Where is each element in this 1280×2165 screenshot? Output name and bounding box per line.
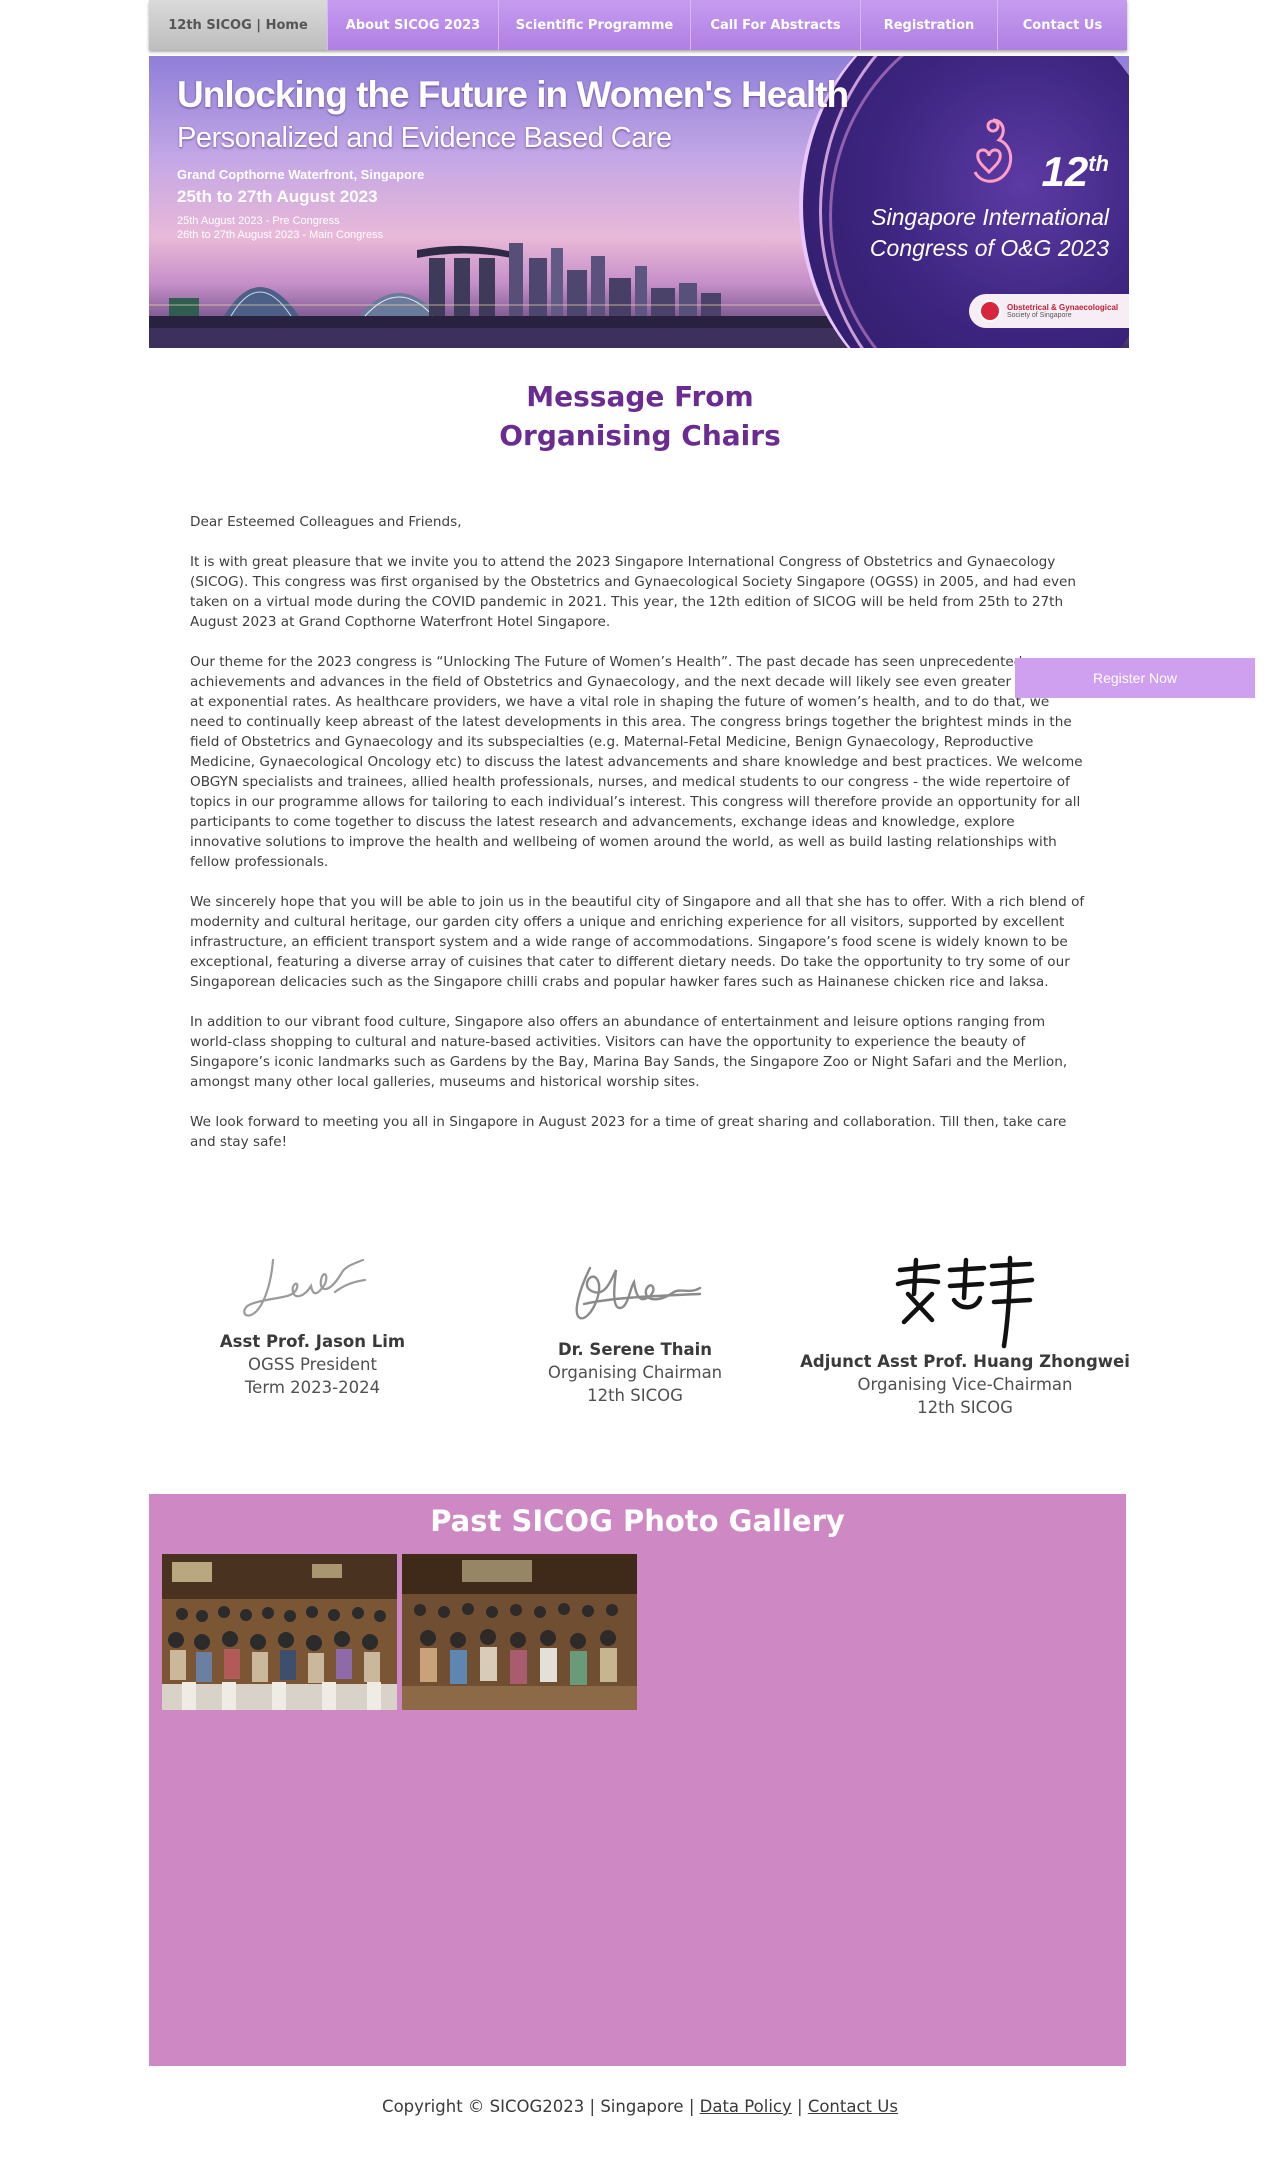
hero-banner: Unlocking the Future in Women's Health P…: [149, 56, 1129, 348]
letter-paragraph: We sincerely hope that you will be able …: [190, 894, 1085, 990]
letter-paragraph: Our theme for the 2023 congress is “Unlo…: [190, 654, 1083, 870]
signatory-detail: Term 2023-2024: [244, 1378, 381, 1397]
banner-main-congress: 26th to 27th August 2023 - Main Congress: [177, 229, 384, 241]
data-policy-link[interactable]: Data Policy: [700, 2097, 792, 2116]
sicog-logo-icon: [973, 118, 1013, 183]
gallery-photo[interactable]: [402, 1554, 637, 1710]
nav-item-about[interactable]: About SICOG 2023: [328, 0, 499, 50]
heading-line1: Message From: [526, 380, 754, 413]
footer: Copyright © SICOG2023 | Singapore | Data…: [0, 2097, 1280, 2116]
letter-paragraph: In addition to our vibrant food culture,…: [190, 1014, 1068, 1090]
signatory-president: Asst Prof. Jason Lim OGSS President Term…: [170, 1230, 455, 1399]
signatory-name: Dr. Serene Thain: [557, 1340, 713, 1359]
signatory-role: Organising Vice-Chairman: [857, 1375, 1073, 1394]
signature-image: [895, 1255, 1035, 1349]
signatory-role: Organising Chairman: [547, 1363, 723, 1382]
banner-congress-name-line1: Singapore International: [871, 204, 1109, 230]
nav-item-registration[interactable]: Registration: [861, 0, 998, 50]
letter-greeting: Dear Esteemed Colleagues and Friends,: [190, 514, 462, 530]
ogss-name-line2: Society of Singapore: [1007, 312, 1072, 319]
nav-item-call-for-abstracts[interactable]: Call For Abstracts: [691, 0, 861, 50]
singapore-skyline-illustration: [149, 243, 849, 348]
banner-edition: 12th: [1042, 148, 1109, 196]
footer-separator: |: [797, 2097, 803, 2116]
signatory-detail: 12th SICOG: [587, 1386, 683, 1405]
heading-line2: Organising Chairs: [499, 419, 781, 452]
signature-image: [575, 1266, 702, 1320]
gallery-photo[interactable]: [162, 1554, 397, 1710]
nav-item-contact-us[interactable]: Contact Us: [998, 0, 1127, 50]
letter-paragraph: It is with great pleasure that we invite…: [190, 554, 1077, 630]
signatory-chairman: Dr. Serene Thain Organising Chairman 12t…: [495, 1248, 775, 1407]
banner-headline: Unlocking the Future in Women's Health: [177, 74, 849, 115]
banner-congress-name-line2: Congress of O&G 2023: [869, 235, 1109, 261]
ogss-name-line1: Obstetrical & Gynaecological: [1007, 303, 1119, 312]
ogss-badge: Obstetrical & Gynaecological Society of …: [969, 294, 1129, 328]
banner-dates: 25th to 27th August 2023: [177, 187, 378, 206]
banner-subheadline: Personalized and Evidence Based Care: [177, 122, 672, 154]
banner-pre-congress: 25th August 2023 - Pre Congress: [177, 215, 340, 227]
top-navigation: 12th SICOG | Home About SICOG 2023 Scien…: [149, 0, 1127, 50]
signature-image: [242, 1258, 366, 1317]
footer-copyright: Copyright © SICOG2023 | Singapore |: [382, 2097, 695, 2116]
ogss-logo-icon: [979, 300, 1001, 322]
edition-number: 12: [1041, 148, 1089, 195]
signatory-detail: 12th SICOG: [917, 1398, 1013, 1417]
conference-audience-photo: [162, 1554, 397, 1710]
register-now-button[interactable]: Register Now: [1015, 658, 1255, 698]
signatory-name: Asst Prof. Jason Lim: [219, 1332, 406, 1351]
contact-us-link[interactable]: Contact Us: [808, 2097, 898, 2116]
edition-suffix: th: [1088, 151, 1109, 176]
nav-item-scientific-programme[interactable]: Scientific Programme: [499, 0, 691, 50]
gallery-title: Past SICOG Photo Gallery: [430, 1504, 845, 1538]
conference-audience-photo: [402, 1554, 637, 1710]
message-heading: Message From Organising Chairs: [400, 377, 880, 455]
photo-gallery-section: Past SICOG Photo Gallery: [149, 1494, 1126, 2066]
signatory-name: Adjunct Asst Prof. Huang Zhongwei: [800, 1352, 1130, 1371]
welcome-letter: Dear Esteemed Colleagues and Friends, It…: [190, 512, 1085, 1172]
nav-item-home[interactable]: 12th SICOG | Home: [149, 0, 328, 50]
signatory-vice-chairman: Adjunct Asst Prof. Huang Zhongwei Organi…: [800, 1250, 1130, 1419]
signatory-role: OGSS President: [248, 1355, 377, 1374]
banner-venue: Grand Copthorne Waterfront, Singapore: [177, 167, 425, 182]
letter-closing: We look forward to meeting you all in Si…: [190, 1114, 1067, 1150]
